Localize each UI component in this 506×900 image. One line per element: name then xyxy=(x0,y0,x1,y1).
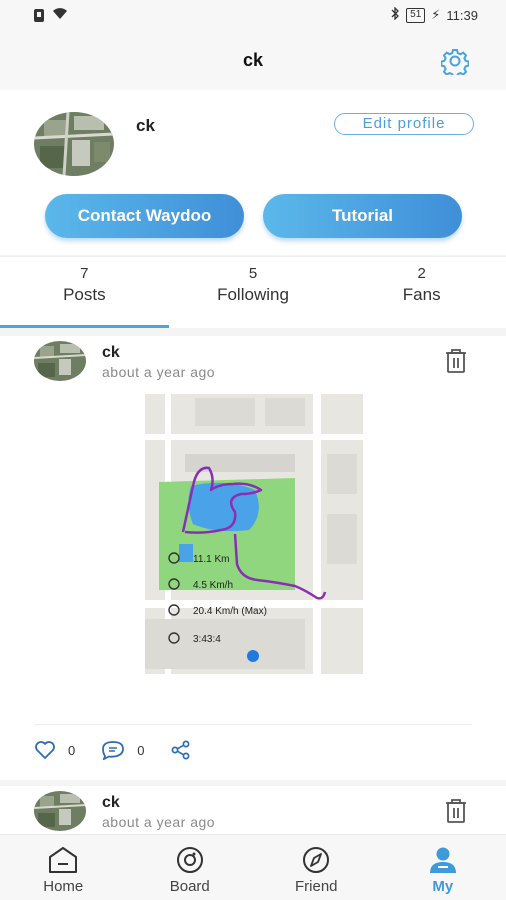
tab-following[interactable]: 5 Following xyxy=(169,257,338,328)
map-max-speed: 20.4 Km/h (Max) xyxy=(193,606,267,617)
post-timestamp: about a year ago xyxy=(102,814,216,830)
bottom-nav: Home Board Friend My xyxy=(0,834,506,900)
user-icon xyxy=(425,843,461,877)
home-icon xyxy=(45,843,81,877)
comment-count: 0 xyxy=(137,742,145,758)
nav-friend[interactable]: Friend xyxy=(253,835,380,900)
post-avatar[interactable] xyxy=(34,341,86,381)
nav-friend-label: Friend xyxy=(294,878,338,895)
post-card: ck about a year ago xyxy=(0,336,506,780)
tab-fans[interactable]: 2 Fans xyxy=(337,257,506,328)
posts-count: 7 xyxy=(80,265,89,282)
post-card: ck about a year ago xyxy=(0,786,506,836)
comment-button[interactable]: 0 xyxy=(101,740,144,760)
active-tab-indicator xyxy=(0,325,169,328)
map-duration: 3:43:4 xyxy=(193,634,221,645)
contact-waydoo-button[interactable]: Contact Waydoo xyxy=(45,194,244,238)
post-timestamp: about a year ago xyxy=(102,364,216,380)
post-author[interactable]: ck xyxy=(102,794,120,812)
share-icon xyxy=(172,740,190,760)
status-bar: 51 ⚡ 11:39 xyxy=(0,0,506,30)
battery-indicator: 51 xyxy=(406,7,426,23)
board-icon xyxy=(172,843,208,877)
fans-label: Fans xyxy=(402,285,441,304)
tutorial-button[interactable]: Tutorial xyxy=(263,194,462,238)
nav-board-label: Board xyxy=(169,878,210,895)
trash-icon xyxy=(446,349,466,373)
nav-home[interactable]: Home xyxy=(0,835,127,900)
share-button[interactable] xyxy=(170,740,192,760)
delete-post-button[interactable] xyxy=(444,348,468,374)
nav-home-label: Home xyxy=(43,878,84,895)
following-label: Following xyxy=(217,285,289,304)
tab-posts[interactable]: 7 Posts xyxy=(0,257,169,328)
wifi-icon xyxy=(52,7,68,23)
fans-count: 2 xyxy=(417,265,426,282)
page-title: ck xyxy=(242,49,264,70)
profile-name: ck xyxy=(136,116,155,135)
avatar[interactable] xyxy=(34,112,114,176)
settings-button[interactable] xyxy=(440,46,470,76)
post-actions: 0 0 xyxy=(34,740,218,760)
bluetooth-icon xyxy=(391,6,400,23)
delete-post-button[interactable] xyxy=(444,798,468,824)
charging-icon: ⚡ xyxy=(431,7,441,22)
following-count: 5 xyxy=(248,265,258,282)
route-map-image[interactable]: 11.1 Km 4.5 Km/h 20.4 Km/h (Max) 3:43:4 xyxy=(145,394,363,674)
edit-profile-button[interactable]: Edit profile xyxy=(334,113,474,135)
trash-icon xyxy=(446,799,466,823)
profile-section: ck Edit profile Contact Waydoo Tutorial xyxy=(0,90,506,255)
app-header: ck xyxy=(0,30,506,90)
posts-label: Posts xyxy=(63,285,106,304)
like-count: 0 xyxy=(68,742,76,758)
post-divider xyxy=(34,724,472,725)
heart-icon xyxy=(35,741,55,759)
post-avatar[interactable] xyxy=(34,791,86,831)
gear-icon xyxy=(441,49,469,75)
like-button[interactable]: 0 xyxy=(34,740,75,760)
comment-icon xyxy=(102,741,125,760)
map-distance: 11.1 Km xyxy=(193,554,230,565)
map-avg-speed: 4.5 Km/h xyxy=(193,580,233,591)
status-time: 11:39 xyxy=(446,7,478,23)
nav-my-label: My xyxy=(432,878,454,895)
compass-icon xyxy=(298,843,334,877)
post-author[interactable]: ck xyxy=(102,344,120,362)
nav-board[interactable]: Board xyxy=(127,835,254,900)
nav-my[interactable]: My xyxy=(380,835,506,900)
profile-stats-tabs: 7 Posts 5 Following 2 Fans xyxy=(0,256,506,328)
sim-icon xyxy=(34,8,44,22)
